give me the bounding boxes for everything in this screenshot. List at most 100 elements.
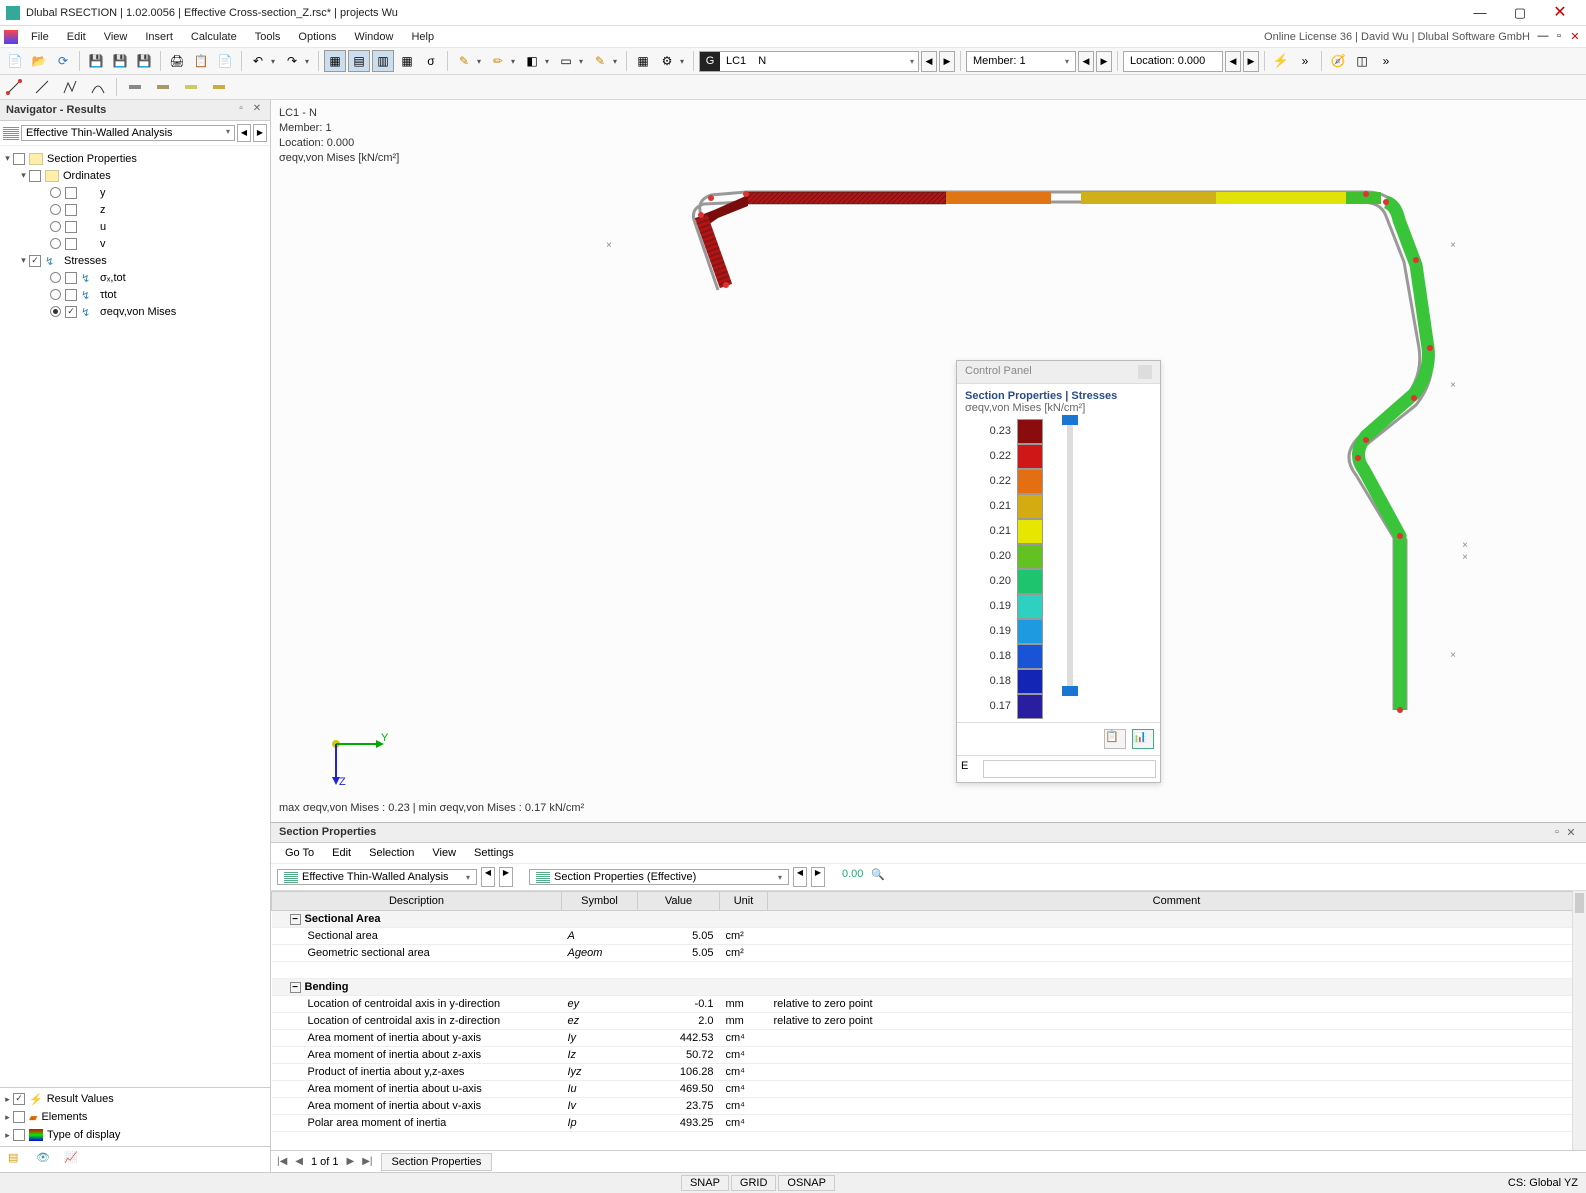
sp-close-button[interactable]: ✕ (1564, 826, 1578, 839)
th-description[interactable]: Description (272, 892, 562, 911)
tree-ord-u[interactable]: u (2, 218, 268, 235)
sp-scrollbar[interactable] (1572, 891, 1586, 1150)
draw-tool2-icon[interactable]: ✏ (487, 50, 509, 72)
th-comment[interactable]: Comment (768, 892, 1586, 911)
element-tool-icon[interactable] (125, 77, 145, 97)
table-row[interactable]: Location of centroidal axis in y-directi… (272, 996, 1586, 1013)
table-row[interactable]: −Sectional Area (272, 911, 1586, 928)
reload-icon[interactable]: ⟳ (52, 50, 74, 72)
element-tool3-icon[interactable] (181, 77, 201, 97)
sp-menu-selection[interactable]: Selection (361, 845, 422, 861)
menu-edit[interactable]: Edit (58, 29, 95, 45)
loc-next-button[interactable]: ▶ (1243, 51, 1259, 72)
sp-prev-page[interactable]: ◀ (295, 1156, 303, 1167)
th-unit[interactable]: Unit (720, 892, 768, 911)
sp-analysis-next[interactable]: ▶ (499, 867, 513, 887)
table-row[interactable] (272, 962, 1586, 979)
sp-export-btn[interactable]: 0.00 (841, 867, 863, 887)
location-input[interactable]: Location: 0.000 (1123, 51, 1223, 72)
menu-insert[interactable]: Insert (136, 29, 182, 45)
draw-tool4-icon[interactable]: ▭ (555, 50, 577, 72)
control-panel[interactable]: Control Panel Section Properties | Stres… (956, 360, 1161, 783)
draw-tool1-icon[interactable]: ✎ (453, 50, 475, 72)
sp-menu-goto[interactable]: Go To (277, 845, 322, 861)
sp-table-selector[interactable]: Section Properties (Effective) ▾ (529, 869, 789, 885)
tree-section-properties[interactable]: ▾ Section Properties (2, 150, 268, 167)
status-grid[interactable]: GRID (731, 1175, 777, 1191)
sp-analysis-prev[interactable]: ◀ (481, 867, 495, 887)
table-row[interactable]: Area moment of inertia about u-axisIu469… (272, 1081, 1586, 1098)
status-snap[interactable]: SNAP (681, 1175, 729, 1191)
polyline-tool-icon[interactable] (60, 77, 80, 97)
loc-prev-button[interactable]: ◀ (1225, 51, 1241, 72)
minimize-button[interactable]: — (1460, 1, 1500, 25)
undo-icon[interactable]: ↶ (247, 50, 269, 72)
sp-last-page[interactable]: ▶| (362, 1156, 372, 1167)
nav-footer-icon3[interactable]: 📈 (64, 1151, 82, 1169)
table-row[interactable]: Area moment of inertia about y-axisIy442… (272, 1030, 1586, 1047)
maximize-button[interactable]: ▢ (1500, 1, 1540, 25)
calculate-button[interactable]: ⚡ (1270, 50, 1292, 72)
more2-button[interactable]: » (1375, 50, 1397, 72)
save-icon[interactable]: 💾 (85, 50, 107, 72)
view-mode2-icon[interactable]: ▤ (348, 50, 370, 72)
sp-menu-edit[interactable]: Edit (324, 845, 359, 861)
sp-pin-button[interactable]: ▫ (1550, 826, 1564, 839)
node-tool-icon[interactable] (4, 77, 24, 97)
draw-tool5-icon[interactable]: ✎ (589, 50, 611, 72)
cp-btn2[interactable]: 📊 (1132, 729, 1154, 749)
analysis-selector[interactable]: Effective Thin-Walled Analysis ▾ (21, 125, 235, 141)
table-row[interactable]: Area moment of inertia about v-axisIv23.… (272, 1098, 1586, 1115)
nav-footer-icon1[interactable]: ▤ (8, 1151, 26, 1169)
document-icon[interactable]: 📄 (214, 50, 236, 72)
cp-close-button[interactable] (1138, 365, 1152, 379)
tree-ord-z[interactable]: z (2, 201, 268, 218)
settings-tool-icon[interactable]: ⚙ (656, 50, 678, 72)
view-xyz-icon[interactable]: 🧭 (1327, 50, 1349, 72)
cp-edit-icon[interactable]: E (961, 760, 977, 776)
tree-stress-xtot[interactable]: ↯σₓ,tot (2, 269, 268, 286)
cp-range-slider[interactable] (1067, 418, 1073, 693)
member-next-button[interactable]: ▶ (1096, 51, 1112, 72)
tree-ord-y[interactable]: y (2, 184, 268, 201)
table-row[interactable]: Sectional areaA5.05cm² (272, 928, 1586, 945)
cp-edit-input[interactable] (983, 760, 1156, 778)
table-row[interactable]: Geometric sectional areaAgeom5.05cm² (272, 945, 1586, 962)
table-row[interactable]: Location of centroidal axis in z-directi… (272, 1013, 1586, 1030)
view-mode4-icon[interactable]: ▦ (396, 50, 418, 72)
mdi-minimize[interactable]: — (1536, 30, 1550, 44)
redo-icon[interactable]: ↷ (281, 50, 303, 72)
menu-options[interactable]: Options (289, 29, 345, 45)
nav-sel-prev[interactable]: ◀ (237, 124, 251, 142)
th-value[interactable]: Value (638, 892, 720, 911)
element-tool2-icon[interactable] (153, 77, 173, 97)
menu-tools[interactable]: Tools (246, 29, 290, 45)
tree-type-of-display[interactable]: ▸Type of display (2, 1126, 268, 1144)
mdi-close[interactable]: ✕ (1568, 30, 1582, 44)
tree-stress-tau[interactable]: ↯τtot (2, 286, 268, 303)
table-row[interactable]: −Bending (272, 979, 1586, 996)
save-all-icon[interactable]: 💾 (133, 50, 155, 72)
table-row[interactable]: Product of inertia about y,z-axesIyz106.… (272, 1064, 1586, 1081)
report-icon[interactable]: 📋 (190, 50, 212, 72)
tree-elements[interactable]: ▸▰Elements (2, 1108, 268, 1126)
menu-help[interactable]: Help (402, 29, 443, 45)
sp-menu-settings[interactable]: Settings (466, 845, 522, 861)
open-file-icon[interactable]: 📂 (28, 50, 50, 72)
view-mode1-icon[interactable]: ▦ (324, 50, 346, 72)
sp-tab-section-properties[interactable]: Section Properties (381, 1153, 493, 1171)
member-selector[interactable]: Member: 1 ▾ (966, 51, 1076, 72)
view-mode3-icon[interactable]: ▥ (372, 50, 394, 72)
status-osnap[interactable]: OSNAP (778, 1175, 835, 1191)
table-row[interactable]: Polar area moment of inertiaIp493.25cm⁴ (272, 1115, 1586, 1132)
sp-first-page[interactable]: |◀ (277, 1156, 287, 1167)
lc-prev-button[interactable]: ◀ (921, 51, 937, 72)
grid-icon[interactable]: ▦ (632, 50, 654, 72)
member-prev-button[interactable]: ◀ (1078, 51, 1094, 72)
sp-table-prev[interactable]: ◀ (793, 867, 807, 887)
lc-next-button[interactable]: ▶ (939, 51, 955, 72)
tree-ordinates[interactable]: ▾ Ordinates (2, 167, 268, 184)
draw-tool3-icon[interactable]: ◧ (521, 50, 543, 72)
new-file-icon[interactable]: 📄 (4, 50, 26, 72)
menu-calculate[interactable]: Calculate (182, 29, 246, 45)
